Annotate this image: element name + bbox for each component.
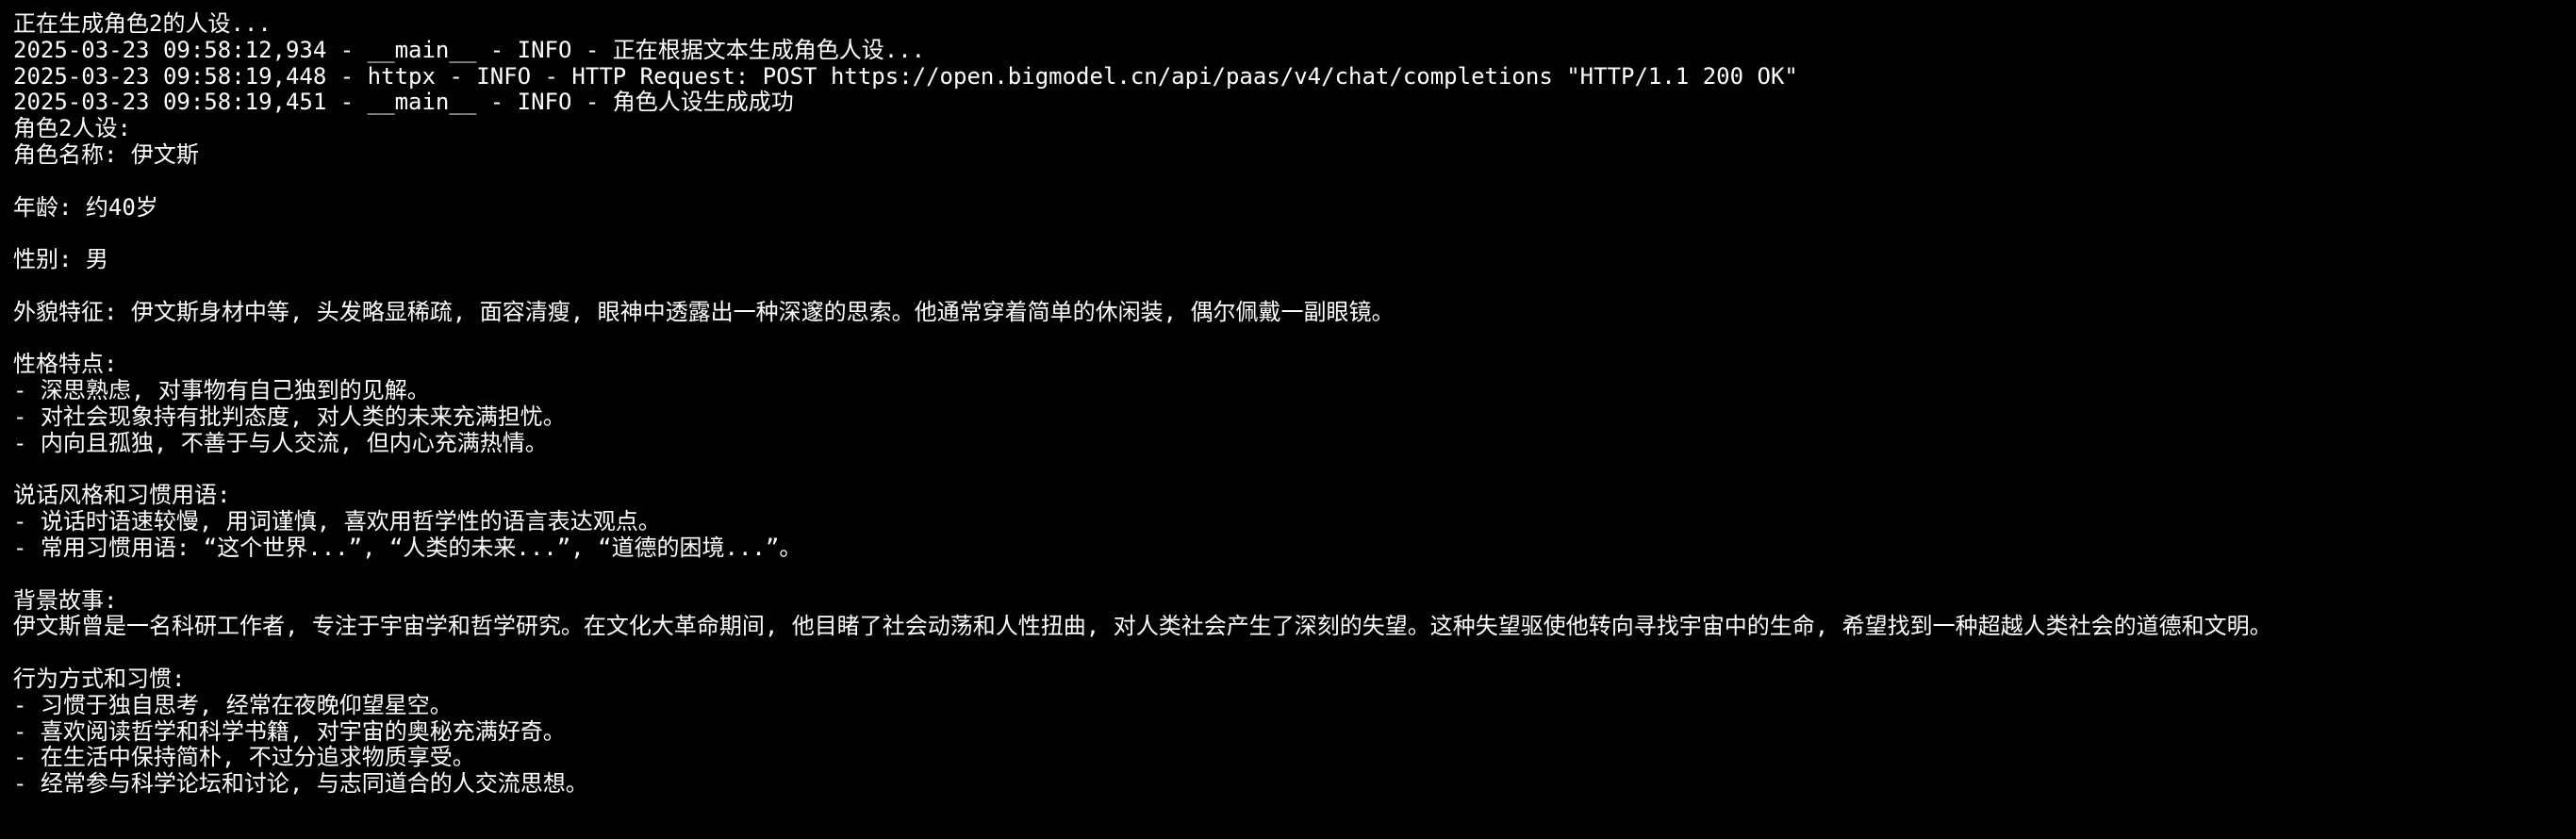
log-line: 2025-03-23 09:58:12,934 - __main__ - INF…	[13, 36, 926, 63]
list-item: - 说话时语速较慢, 用词谨慎, 喜欢用哲学性的语言表达观点。	[13, 508, 661, 535]
output-line: 外貌特征: 伊文斯身材中等, 头发略显稀疏, 面容清瘦, 眼神中透露出一种深邃的…	[13, 298, 1395, 325]
section-heading: 性格特点:	[13, 351, 118, 378]
list-item: - 在生活中保持简朴, 不过分追求物质享受。	[13, 744, 475, 771]
list-item: - 内向且孤独, 不善于与人交流, 但内心充满热情。	[13, 429, 548, 456]
section-heading: 背景故事:	[13, 586, 118, 614]
log-line: 2025-03-23 09:58:19,448 - httpx - INFO -…	[13, 62, 1798, 90]
output-line: 角色名称: 伊文斯	[13, 140, 199, 168]
paragraph: 伊文斯曾是一名科研工作者, 专注于宇宙学和哲学研究。在文化大革命期间, 他目睹了…	[13, 613, 2272, 640]
list-item: - 习惯于独自思考, 经常在夜晚仰望星空。	[13, 691, 453, 718]
log-line: 2025-03-23 09:58:19,451 - __main__ - INF…	[13, 89, 794, 116]
list-item: - 对社会现象持有批判态度, 对人类的未来充满担忧。	[13, 403, 566, 430]
list-item: - 深思熟虑, 对事物有自己独到的见解。	[13, 377, 430, 404]
output-line: 性别: 男	[13, 246, 108, 273]
section-heading: 说话风格和习惯用语:	[13, 482, 231, 509]
output-line: 年龄: 约40岁	[13, 193, 158, 221]
list-item: - 常用习惯用语: “这个世界...”, “人类的未来...”, “道德的困境.…	[13, 534, 802, 561]
status-line: 正在生成角色2的人设...	[13, 10, 272, 37]
terminal-output[interactable]: 正在生成角色2的人设... 2025-03-23 09:58:12,934 - …	[0, 0, 2576, 839]
list-item: - 经常参与科学论坛和讨论, 与志同道合的人交流思想。	[13, 770, 588, 798]
section-heading: 行为方式和习惯:	[13, 665, 186, 692]
list-item: - 喜欢阅读哲学和科学书籍, 对宇宙的奥秘充满好奇。	[13, 717, 566, 745]
section-heading: 角色2人设:	[13, 115, 131, 142]
